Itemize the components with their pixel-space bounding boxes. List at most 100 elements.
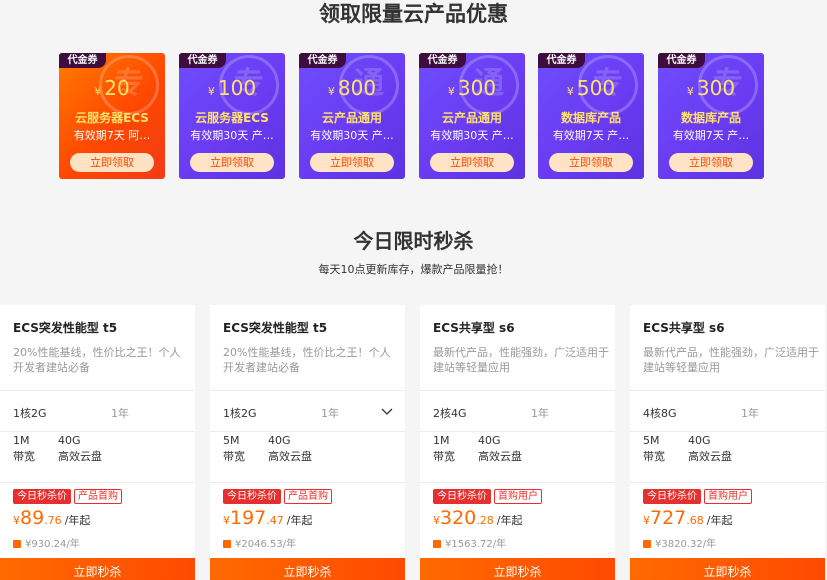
spec-selector[interactable]: 2核4G 1年 [420,390,615,432]
disk: 40G 高效云盘 [688,433,732,465]
currency-symbol: ¥ [207,85,215,98]
flash-buy-button[interactable]: 立即秒杀 [210,558,405,580]
product-description: 最新代产品，性能强劲，广泛适用于建站等轻量应用 [433,346,609,374]
coupon-card[interactable]: 专 代金券 ¥20 云服务器ECS 有效期7天 阿… 立即领取 [59,53,165,179]
spec-selector[interactable]: 1核2G 1年 [0,390,195,432]
claim-button[interactable]: 立即领取 [669,153,753,172]
bandwidth-label: 带宽 [433,450,455,463]
price-badges: 今日秒杀价 首购用户 [643,489,752,504]
price-badges: 今日秒杀价 产品首购 [223,489,332,504]
flash-price-badge: 今日秒杀价 [433,489,491,504]
original-price-text: ¥3820.32/年 [655,539,717,550]
currency-symbol: ¥ [223,514,230,527]
coupon-validity: 有效期7天 产… [672,129,750,142]
price-decimal: .68 [686,514,704,527]
product-card: ECS共享型 s6 最新代产品，性能强劲，广泛适用于建站等轻量应用 4核8G 1… [630,305,825,580]
spec-selector[interactable]: 1核2G 1年 [210,390,405,432]
coupon-amount: ¥300 [419,75,525,105]
cpu-memory: 1核2G [223,407,257,420]
divider [630,482,825,483]
currency-symbol: ¥ [447,85,455,98]
original-price: ¥3820.32/年 [643,535,716,550]
flash-buy-button[interactable]: 立即秒杀 [0,558,195,580]
coupon-tag: 代金券 [419,53,466,68]
coupon-amount: ¥300 [658,75,764,105]
coupon-validity: 有效期7天 阿… [73,129,151,142]
product-stats: 1M 带宽 40G 高效云盘 [0,433,195,479]
coupon-amount-value: 20 [104,76,130,100]
coupon-card[interactable]: 专 代金券 ¥100 云服务器ECS 有效期30天 产… 立即领取 [179,53,285,179]
coupon-tag: 代金券 [299,53,346,68]
original-price: ¥1563.72/年 [433,535,506,550]
sale-price: ¥89.76/年起 [13,507,90,529]
coupon-name: 数据库产品 [560,111,621,125]
chevron-down-icon[interactable] [381,405,393,417]
product-title: ECS突发性能型 t5 [223,321,328,335]
flash-buy-button[interactable]: 立即秒杀 [420,558,615,580]
disk: 40G 高效云盘 [268,433,312,465]
coupon-card[interactable]: 专 代金券 ¥300 数据库产品 有效期7天 产… 立即领取 [658,53,764,179]
coupon-name: 云产品通用 [441,111,502,125]
bandwidth-label: 带宽 [13,450,35,463]
sale-price: ¥727.68/年起 [643,507,732,529]
currency-symbol: ¥ [433,514,440,527]
coupon-card[interactable]: 专 代金券 ¥500 数据库产品 有效期7天 产… 立即领取 [538,53,644,179]
disk-value: 40G [688,434,711,447]
product-title: ECS共享型 s6 [433,321,515,335]
coupon-validity: 有效期7天 产… [552,129,630,142]
coupon-tag: 代金券 [179,53,226,68]
purchase-type-badge: 产品首购 [74,489,122,504]
price-unit: /年起 [706,514,733,527]
product-description: 20%性能基线，性价比之王！个人开发者建站必备 [13,346,181,374]
price-unit: /年起 [496,514,523,527]
divider [0,482,195,483]
purchase-type-badge: 首购用户 [494,489,542,504]
disk-label: 高效云盘 [268,450,312,463]
coupon-amount-value: 300 [696,76,736,100]
claim-button[interactable]: 立即领取 [549,153,633,172]
coupon-tag: 代金券 [59,53,106,68]
coupon-card[interactable]: 通 代金券 ¥300 云产品通用 有效期30天 产… 立即领取 [419,53,525,179]
divider [420,482,615,483]
disk-label: 高效云盘 [58,450,102,463]
flash-price-badge: 今日秒杀价 [643,489,701,504]
original-price: ¥2046.53/年 [223,535,296,550]
product-description: 20%性能基线，性价比之王！个人开发者建站必备 [223,346,391,374]
claim-button[interactable]: 立即领取 [70,153,154,172]
product-stats: 1M 带宽 40G 高效云盘 [420,433,615,479]
coupon-tag: 代金券 [658,53,705,68]
flash-buy-button[interactable]: 立即秒杀 [630,558,825,580]
claim-button[interactable]: 立即领取 [430,153,514,172]
price-integer: 320 [440,507,477,529]
bandwidth-value: 5M [223,434,240,447]
product-card: ECS突发性能型 t5 20%性能基线，性价比之王！个人开发者建站必备 1核2G… [0,305,195,580]
claim-button[interactable]: 立即领取 [190,153,274,172]
coupon-amount-value: 500 [576,76,616,100]
product-description: 最新代产品，性能强劲，广泛适用于建站等轻量应用 [643,346,819,374]
original-price-text: ¥1563.72/年 [445,539,507,550]
duration: 1年 [111,407,129,420]
product-stats: 5M 带宽 40G 高效云盘 [210,433,405,479]
claim-button[interactable]: 立即领取 [310,153,394,172]
duration: 1年 [321,407,339,420]
coupon-amount: ¥20 [59,75,165,105]
currency-symbol: ¥ [643,514,650,527]
price-badges: 今日秒杀价 首购用户 [433,489,542,504]
price-unit: /年起 [64,514,91,527]
currency-symbol: ¥ [566,85,574,98]
spec-selector[interactable]: 4核8G 1年 [630,390,825,432]
coupon-amount: ¥800 [299,75,405,105]
bandwidth: 1M 带宽 [433,433,455,465]
sale-price: ¥320.28/年起 [433,507,522,529]
disk-value: 40G [58,434,81,447]
coupon-name: 云服务器ECS [195,111,269,125]
currency-symbol: ¥ [94,85,102,98]
bandwidth-value: 1M [433,434,450,447]
coupon-name: 云服务器ECS [75,111,149,125]
cpu-memory: 4核8G [643,407,677,420]
disk: 40G 高效云盘 [58,433,102,465]
product-title: ECS共享型 s6 [643,321,725,335]
coupon-card[interactable]: 通 代金券 ¥800 云产品通用 有效期30天 产… 立即领取 [299,53,405,179]
price-unit: /年起 [286,514,313,527]
bandwidth-label: 带宽 [223,450,245,463]
